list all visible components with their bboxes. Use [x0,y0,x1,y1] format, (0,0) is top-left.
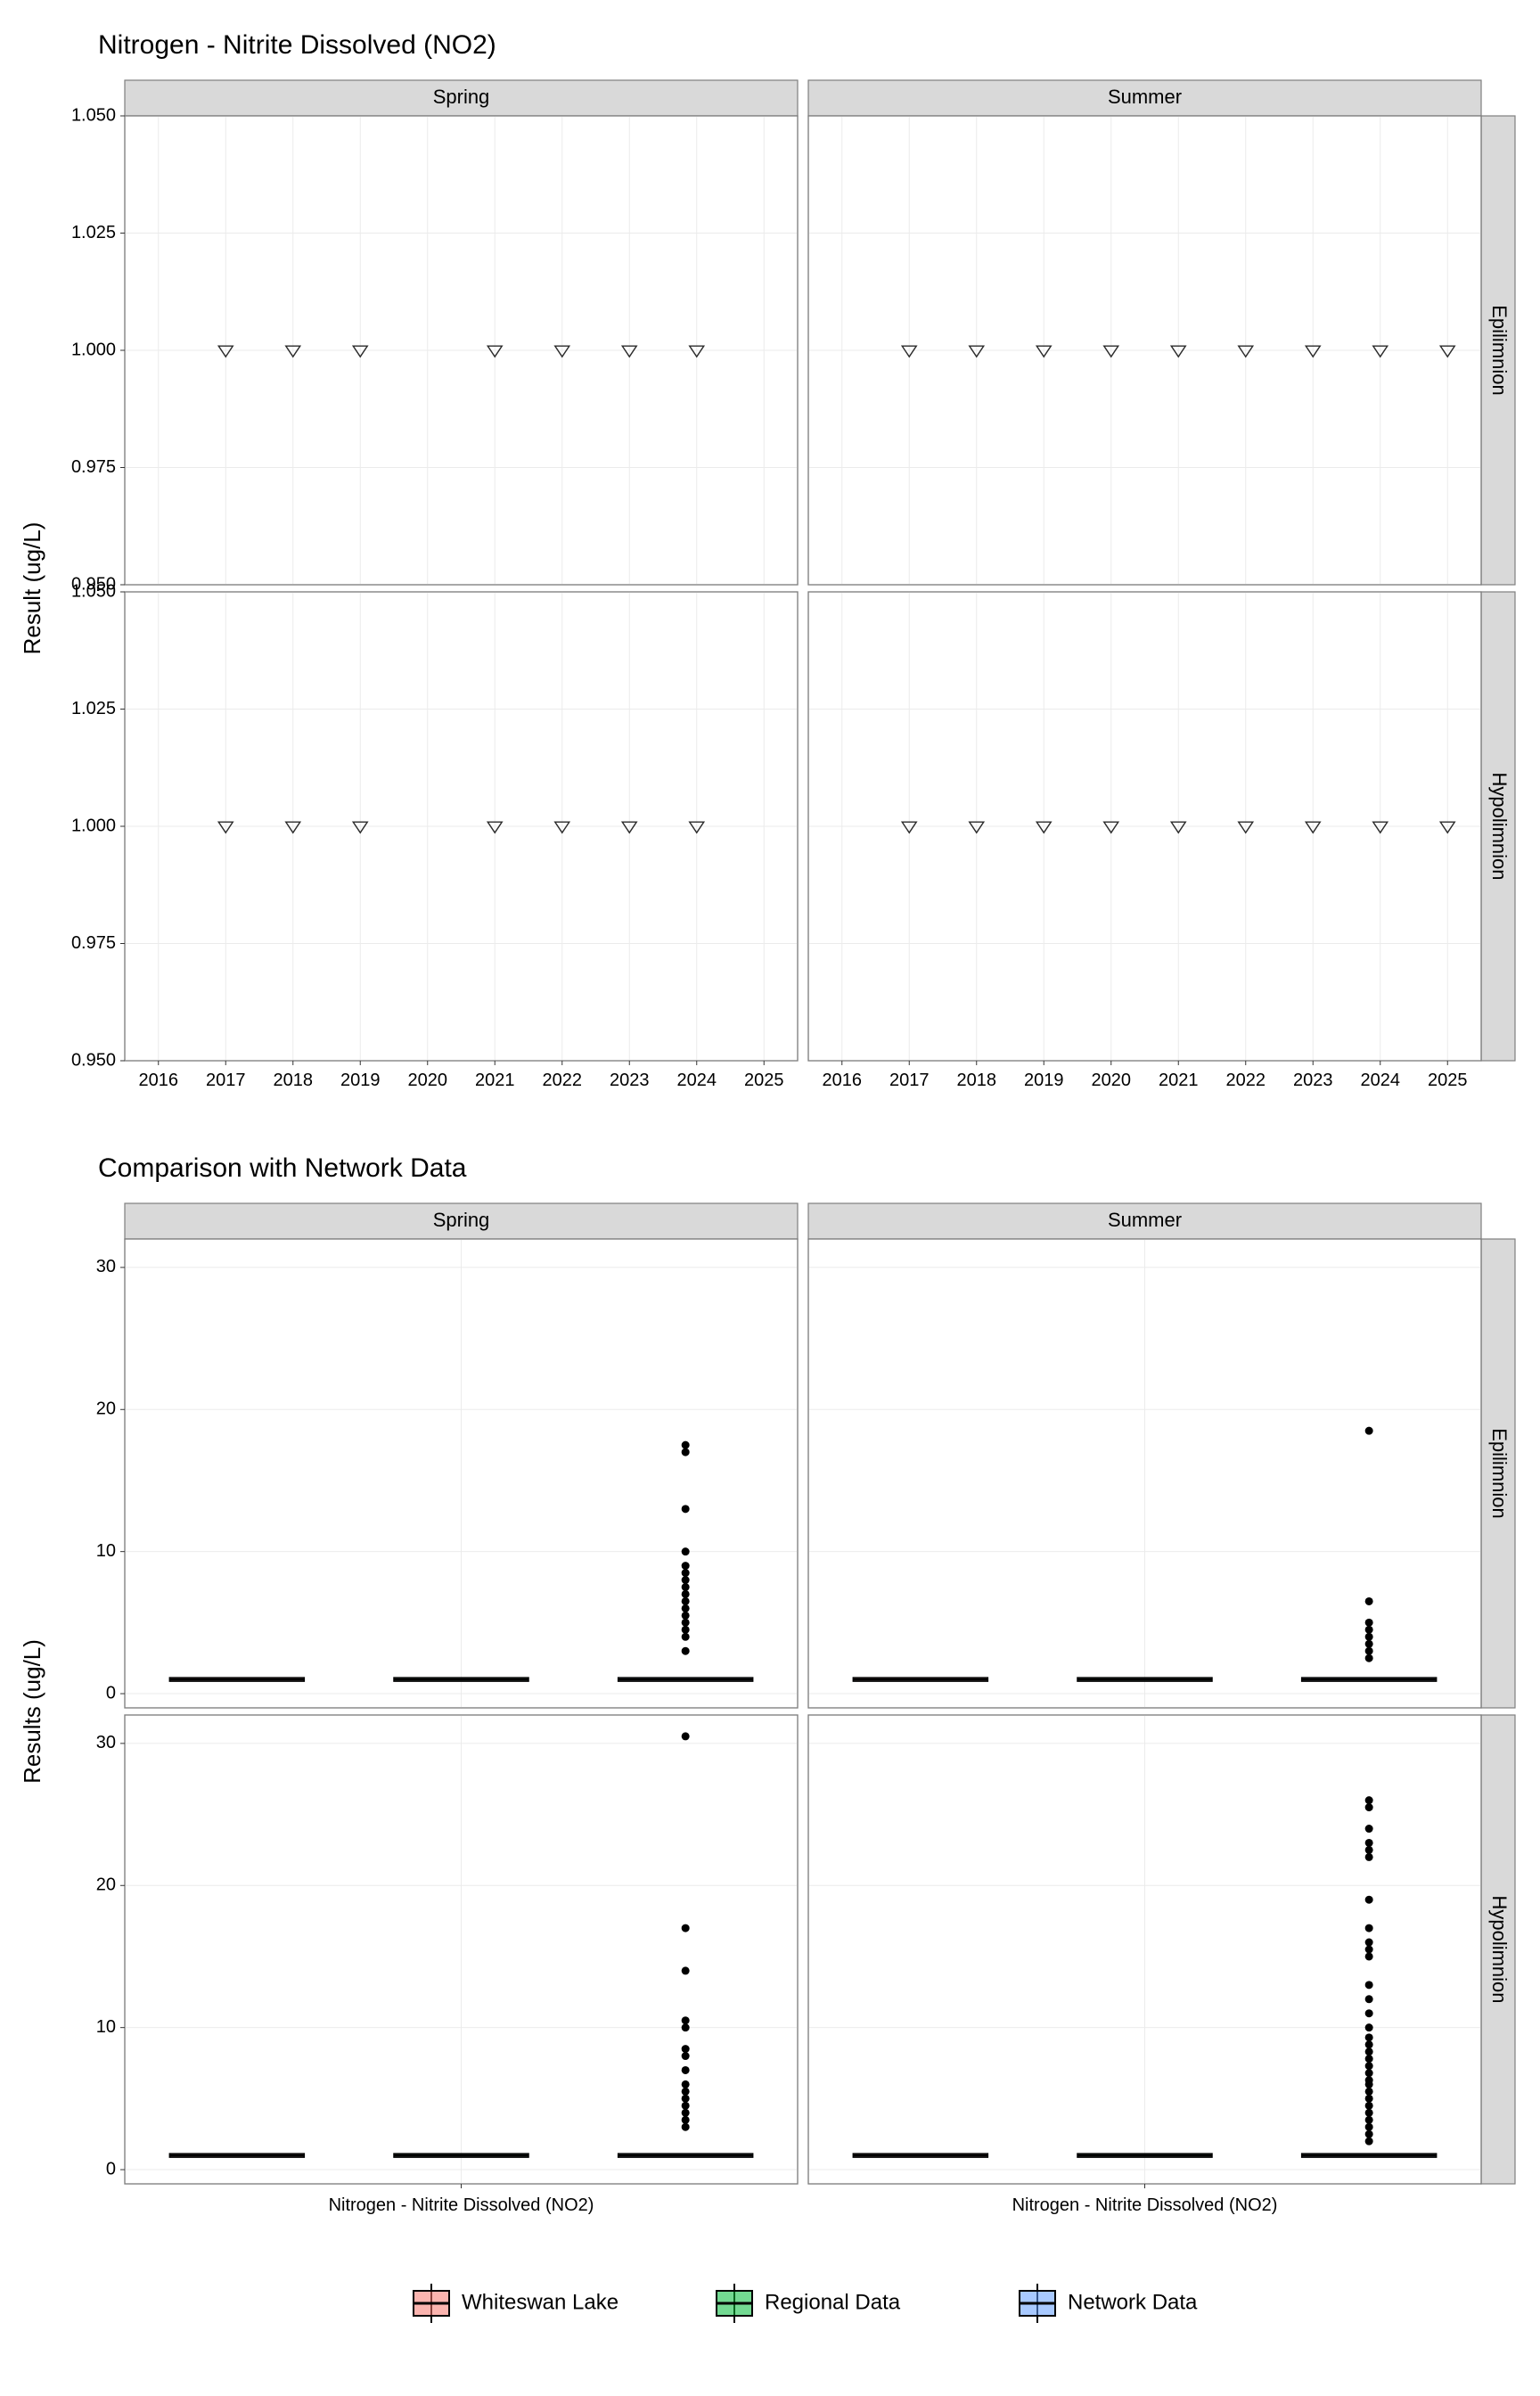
svg-text:1.050: 1.050 [71,581,116,601]
svg-text:20: 20 [96,1875,116,1895]
svg-text:Summer: Summer [1108,86,1182,108]
svg-text:Result (ug/L): Result (ug/L) [19,522,45,655]
svg-text:Comparison with Network Data: Comparison with Network Data [98,1153,467,1183]
svg-text:2018: 2018 [957,1071,997,1090]
svg-text:2018: 2018 [274,1071,314,1090]
svg-text:Nitrogen - Nitrite Dissolved (: Nitrogen - Nitrite Dissolved (NO2) [1012,2195,1278,2215]
svg-text:2016: 2016 [139,1071,179,1090]
svg-text:0: 0 [106,2159,116,2179]
svg-text:Epilimnion: Epilimnion [1488,1428,1511,1519]
svg-text:2020: 2020 [408,1071,448,1090]
svg-text:2016: 2016 [823,1071,863,1090]
svg-text:2020: 2020 [1092,1071,1132,1090]
svg-text:0.950: 0.950 [71,1050,116,1070]
svg-text:Spring: Spring [433,1209,490,1231]
svg-text:2017: 2017 [206,1071,246,1090]
svg-text:1.000: 1.000 [71,340,116,359]
svg-text:Nitrogen - Nitrite Dissolved (: Nitrogen - Nitrite Dissolved (NO2) [98,30,496,60]
svg-text:2021: 2021 [475,1071,515,1090]
svg-text:Summer: Summer [1108,1209,1182,1231]
svg-text:30: 30 [96,1257,116,1276]
charts-svg: Nitrogen - Nitrite Dissolved (NO2) Spring… [0,0,1540,2396]
svg-text:Hypolimnion: Hypolimnion [1488,1895,1511,2003]
svg-text:2025: 2025 [1428,1071,1468,1090]
svg-text:Hypolimnion: Hypolimnion [1488,772,1511,880]
svg-text:1.000: 1.000 [71,816,116,835]
svg-text:Nitrogen - Nitrite Dissolved (: Nitrogen - Nitrite Dissolved (NO2) [329,2195,594,2215]
svg-text:2019: 2019 [340,1071,381,1090]
svg-text:Network Data: Network Data [1068,2290,1198,2314]
svg-text:0.975: 0.975 [71,457,116,477]
svg-text:2022: 2022 [1226,1071,1266,1090]
svg-text:2021: 2021 [1159,1071,1199,1090]
svg-text:10: 10 [96,1541,116,1561]
svg-text:2024: 2024 [1361,1071,1401,1090]
svg-text:Spring: Spring [433,86,490,108]
svg-text:Whiteswan Lake: Whiteswan Lake [462,2290,618,2314]
svg-text:1.025: 1.025 [71,699,116,718]
svg-text:1.050: 1.050 [71,105,116,125]
svg-text:30: 30 [96,1733,116,1752]
svg-text:Epilimnion: Epilimnion [1488,305,1511,396]
svg-text:Results (ug/L): Results (ug/L) [19,1639,45,1784]
svg-text:20: 20 [96,1399,116,1419]
svg-text:2017: 2017 [889,1071,930,1090]
svg-text:1.025: 1.025 [71,223,116,242]
svg-text:2022: 2022 [543,1071,583,1090]
svg-text:2019: 2019 [1024,1071,1064,1090]
svg-text:0: 0 [106,1683,116,1703]
svg-text:2023: 2023 [610,1071,650,1090]
svg-text:2023: 2023 [1293,1071,1333,1090]
svg-text:10: 10 [96,2017,116,2037]
svg-text:0.975: 0.975 [71,933,116,953]
svg-text:2025: 2025 [744,1071,784,1090]
svg-text:Regional Data: Regional Data [765,2290,901,2314]
svg-text:2024: 2024 [677,1071,717,1090]
